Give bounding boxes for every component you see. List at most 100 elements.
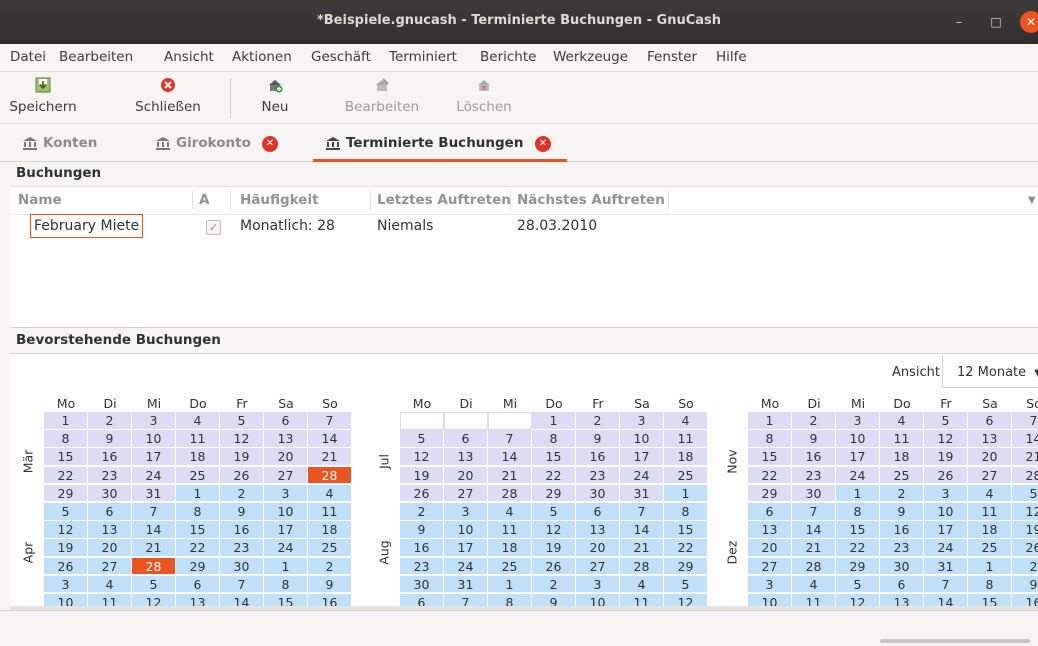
calendar-day[interactable]: 7: [220, 575, 264, 594]
calendar-day[interactable]: 23: [88, 466, 132, 485]
menu-datei[interactable]: Datei: [10, 49, 46, 65]
calendar-day[interactable]: 13: [264, 430, 308, 448]
calendar-day[interactable]: 17: [924, 521, 968, 539]
calendar-day[interactable]: 25: [176, 466, 220, 485]
calendar-day[interactable]: 9: [308, 575, 352, 594]
calendar-day[interactable]: 6: [968, 412, 1012, 430]
calendar-day[interactable]: 18: [308, 521, 352, 539]
calendar-day[interactable]: 18: [968, 521, 1012, 539]
calendar-day[interactable]: 4: [620, 575, 664, 594]
calendar-day[interactable]: 18: [880, 448, 924, 467]
calendar-day[interactable]: 27: [264, 466, 308, 485]
calendar-day[interactable]: 27: [444, 484, 488, 503]
calendar-day[interactable]: 10: [444, 521, 488, 539]
calendar-day[interactable]: 18: [176, 448, 220, 467]
calendar-day[interactable]: 30: [880, 557, 924, 576]
minimize-icon[interactable]: –: [948, 11, 970, 33]
calendar-day[interactable]: 11: [488, 521, 532, 539]
column-chooser-icon[interactable]: ▼: [1028, 195, 1036, 206]
calendar-day[interactable]: 27: [748, 557, 792, 576]
calendar-day[interactable]: 22: [44, 466, 88, 485]
calendar-day[interactable]: 22: [836, 539, 880, 558]
calendar-day[interactable]: 17: [836, 448, 880, 467]
calendar-day[interactable]: 10: [264, 503, 308, 521]
calendar-day[interactable]: 26: [400, 484, 444, 503]
calendar-day[interactable]: 25: [308, 539, 352, 558]
calendar-day[interactable]: 15: [176, 521, 220, 539]
row-active-checkbox[interactable]: ✓: [206, 220, 221, 235]
calendar-day[interactable]: 22: [664, 539, 708, 558]
calendar-day[interactable]: 12: [1012, 503, 1038, 521]
calendar-day[interactable]: 3: [264, 484, 308, 503]
menu-werkzeuge[interactable]: Werkzeuge: [553, 49, 628, 65]
calendar-day[interactable]: 21: [488, 466, 532, 485]
calendar-day[interactable]: 27: [968, 466, 1012, 485]
calendar-day[interactable]: 4: [88, 575, 132, 594]
calendar-day[interactable]: 25: [968, 539, 1012, 558]
calendar-day[interactable]: 24: [132, 466, 176, 485]
calendar-day[interactable]: 10: [132, 430, 176, 448]
calendar-day[interactable]: 25: [880, 466, 924, 485]
calendar-day[interactable]: 4: [488, 503, 532, 521]
calendar-day[interactable]: 16: [88, 448, 132, 467]
calendar-day[interactable]: 6: [444, 430, 488, 448]
calendar-day[interactable]: 13: [444, 448, 488, 467]
calendar-day[interactable]: 3: [132, 412, 176, 430]
calendar-day[interactable]: 8: [176, 503, 220, 521]
calendar-day[interactable]: 31: [924, 557, 968, 576]
calendar-day[interactable]: 29: [748, 484, 792, 503]
calendar-day[interactable]: 3: [748, 575, 792, 594]
calendar-day[interactable]: 6: [88, 503, 132, 521]
calendar-day[interactable]: 15: [748, 448, 792, 467]
calendar-day[interactable]: 12: [220, 430, 264, 448]
calendar-day[interactable]: 28: [620, 557, 664, 576]
calendar-day[interactable]: 13: [968, 430, 1012, 448]
calendar-day[interactable]: 15: [836, 521, 880, 539]
calendar-day[interactable]: 2: [88, 412, 132, 430]
calendar-day[interactable]: 23: [792, 466, 836, 485]
calendar-day[interactable]: 5: [1012, 484, 1038, 503]
calendar-day[interactable]: 18: [488, 539, 532, 558]
calendar-day[interactable]: 23: [400, 557, 444, 576]
calendar-day[interactable]: 12: [924, 430, 968, 448]
calendar-day[interactable]: 28: [488, 484, 532, 503]
calendar-day[interactable]: 5: [220, 412, 264, 430]
calendar-day[interactable]: 14: [308, 430, 352, 448]
calendar-day[interactable]: 17: [444, 539, 488, 558]
calendar-day[interactable]: 8: [264, 575, 308, 594]
calendar-day[interactable]: 24: [620, 466, 664, 485]
calendar-day[interactable]: 24: [836, 466, 880, 485]
menu-berichte[interactable]: Berichte: [480, 49, 536, 65]
calendar-day[interactable]: 5: [44, 503, 88, 521]
calendar-day[interactable]: 7: [308, 412, 352, 430]
calendar-day[interactable]: 8: [968, 575, 1012, 594]
calendar-day[interactable]: 8: [836, 503, 880, 521]
edit-button[interactable]: Bearbeiten: [340, 72, 424, 124]
calendar-day[interactable]: 1: [968, 557, 1012, 576]
calendar-day[interactable]: 5: [400, 430, 444, 448]
calendar-day[interactable]: 23: [880, 539, 924, 558]
calendar-day[interactable]: 11: [308, 503, 352, 521]
calendar-day[interactable]: 17: [132, 448, 176, 467]
calendar-day[interactable]: 19: [532, 539, 576, 558]
calendar-day[interactable]: 21: [620, 539, 664, 558]
save-button[interactable]: Speichern: [6, 72, 80, 124]
tab-terminierte-buchungen[interactable]: Terminierte Buchungen ✕: [313, 124, 567, 162]
calendar-day[interactable]: 1: [836, 484, 880, 503]
calendar-day[interactable]: 2: [220, 484, 264, 503]
col-last[interactable]: Letztes Auftreten: [377, 192, 511, 208]
tab-girokonto-close-icon[interactable]: ✕: [262, 136, 278, 152]
calendar-day[interactable]: 7: [620, 503, 664, 521]
calendar-day[interactable]: 1: [664, 484, 708, 503]
calendar-day[interactable]: 9: [880, 503, 924, 521]
calendar-day[interactable]: 6: [576, 503, 620, 521]
calendar-day[interactable]: 31: [444, 575, 488, 594]
calendar-day[interactable]: 3: [620, 412, 664, 430]
calendar-day[interactable]: 28: [792, 557, 836, 576]
calendar-day[interactable]: 31: [132, 484, 176, 503]
calendar-day[interactable]: 28: [1012, 466, 1038, 485]
calendar-day[interactable]: 20: [264, 448, 308, 467]
calendar-day[interactable]: 25: [664, 466, 708, 485]
calendar-day[interactable]: 11: [880, 430, 924, 448]
calendar-day[interactable]: 29: [44, 484, 88, 503]
